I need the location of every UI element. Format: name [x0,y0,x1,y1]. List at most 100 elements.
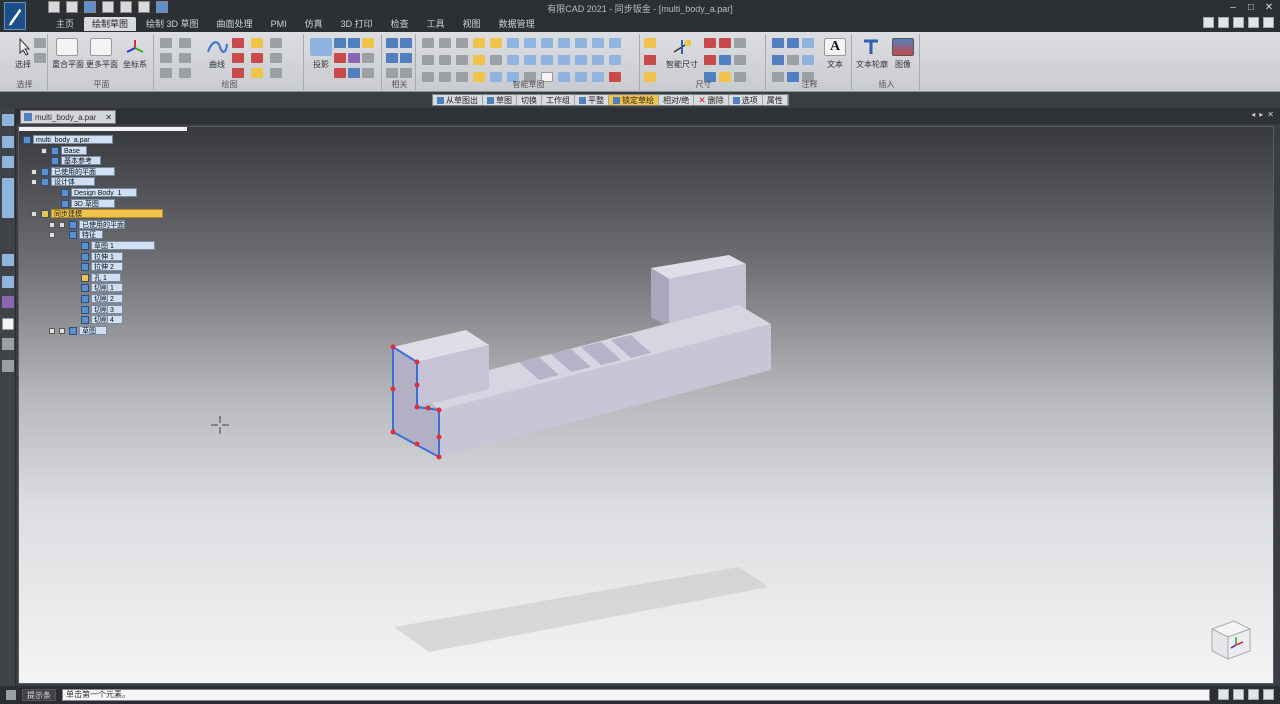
cmd-delete[interactable]: ✕ 删除 [694,95,729,105]
tab-home[interactable]: 主页 [48,17,82,31]
balloon-icon[interactable] [802,38,814,48]
arc-icon[interactable] [179,38,191,48]
scroll-left-icon[interactable]: ◂ [1251,110,1255,119]
parallel-icon[interactable] [386,53,398,63]
sketch-point[interactable] [425,405,431,411]
select-mode-icon[interactable] [34,53,46,63]
select-filter-icon[interactable] [34,38,46,48]
wrap-icon[interactable] [334,53,346,63]
horizontal-icon[interactable] [422,38,434,48]
rotate-icon[interactable] [270,68,282,78]
tab-sketch[interactable]: 绘制草图 [84,17,137,31]
appearance-icon[interactable] [2,296,14,308]
midpoint-icon[interactable] [473,38,485,48]
tab-view[interactable]: 视图 [455,17,489,31]
sketch-point[interactable] [436,454,442,460]
split-icon[interactable] [232,68,244,78]
tree-item[interactable]: multi_body_a.par [23,135,173,145]
redo-icon[interactable] [138,1,150,13]
3d-viewport[interactable]: multi_body_a.par Base 基本参考 已使用的平面 设计体 De… [18,126,1274,684]
more-planes-button[interactable]: 更多平面 [86,38,118,76]
equal-icon[interactable] [400,68,412,78]
tab-3d-print[interactable]: 3D 打印 [333,17,381,31]
feature-control-icon[interactable] [772,55,784,65]
curve-button[interactable]: 曲线 [202,38,232,76]
customize-icon[interactable] [156,1,168,13]
dim-chamfer-icon[interactable] [719,38,731,48]
save-icon[interactable] [84,1,96,13]
tree-item[interactable]: 切削 1 [23,283,173,293]
intersection-icon[interactable] [541,38,553,48]
sketch-point[interactable] [390,344,396,350]
coincident-plane-button[interactable]: 重合平面 [52,38,84,76]
concentric-icon[interactable] [592,55,604,65]
expand-icon[interactable] [41,147,47,154]
intersect-icon[interactable] [348,38,360,48]
tree-item-selected[interactable]: 同步建模 [23,209,173,219]
connect-icon[interactable] [386,38,398,48]
cmd-from-sketch[interactable]: 从草图出 [433,95,483,105]
rectangle-icon[interactable] [160,53,172,63]
close-window-button[interactable]: ✕ [1262,1,1276,14]
expand-icon[interactable] [49,232,55,239]
dim-between-icon[interactable] [644,38,656,48]
tab-data-management[interactable]: 数据管理 [491,17,543,31]
window-icon[interactable] [1233,17,1244,28]
relation-icon[interactable] [490,55,502,65]
visibility-checkbox-icon[interactable] [59,327,65,334]
display-icon[interactable] [1218,17,1229,28]
tree-item[interactable]: 拉伸 2 [23,262,173,272]
align-h-icon[interactable] [541,55,553,65]
sketch-point[interactable] [414,382,420,388]
family-icon[interactable] [2,276,14,288]
tree-item[interactable]: 设计体 [23,177,173,187]
perpendicular-icon[interactable] [400,53,412,63]
center-snap-icon[interactable] [575,38,587,48]
teamcenter-icon[interactable] [2,254,14,266]
cmd-properties[interactable]: 属性 [763,95,788,105]
feature-library-icon[interactable] [2,178,14,218]
offset-icon[interactable] [270,38,282,48]
quadrant-icon[interactable] [558,38,570,48]
image-button[interactable]: 图像 [888,38,918,76]
sketch-point[interactable] [414,359,420,365]
sensors-icon[interactable] [2,156,14,168]
endpoint-icon[interactable] [490,38,502,48]
dim-symmetric-icon[interactable] [704,38,716,48]
tree-item[interactable]: 基本参考 [23,156,173,166]
search-icon[interactable] [1248,689,1259,700]
smart-dimension-button[interactable]: 智能尺寸 [660,38,704,76]
help-question-icon[interactable] [2,318,14,330]
expand-icon[interactable] [31,211,37,218]
perp-snap-icon[interactable] [592,38,604,48]
maximize-button[interactable]: □ [1244,1,1258,14]
layout-icon[interactable] [1203,17,1214,28]
tab-inspect[interactable]: 检查 [383,17,417,31]
dim-angular-icon[interactable] [734,38,746,48]
tree-item[interactable]: 草图 [23,325,173,336]
tree-item[interactable]: 切削 2 [23,293,173,304]
grid-icon[interactable] [439,55,451,65]
cmd-relative[interactable]: 相对/绝 [659,95,695,105]
options-icon[interactable] [1263,17,1274,28]
offset-edges-icon[interactable] [348,53,360,63]
dim-angle-icon[interactable] [644,55,656,65]
scroll-right-icon[interactable]: ▸ [1259,110,1263,119]
callout-icon[interactable] [787,38,799,48]
tab-pmi[interactable]: PMI [263,17,295,31]
tab-close-all-icon[interactable]: ✕ [1267,110,1274,119]
vertical-icon[interactable] [439,38,451,48]
help-icon[interactable] [1248,17,1259,28]
chamfer-icon[interactable] [251,53,263,63]
scale-icon[interactable] [362,68,374,78]
on-element-icon[interactable] [524,38,536,48]
symmetric-icon[interactable] [334,68,346,78]
tab-3d-sketch[interactable]: 绘制 3D 草图 [138,17,207,31]
align-v-icon[interactable] [524,55,536,65]
tree-item[interactable]: 特征 [23,230,173,240]
print-icon[interactable] [102,1,114,13]
dim-ordinate-icon[interactable] [719,55,731,65]
sketch-point[interactable] [414,404,420,410]
keypoint-icon[interactable] [473,55,485,65]
settings-icon[interactable] [1263,689,1274,700]
